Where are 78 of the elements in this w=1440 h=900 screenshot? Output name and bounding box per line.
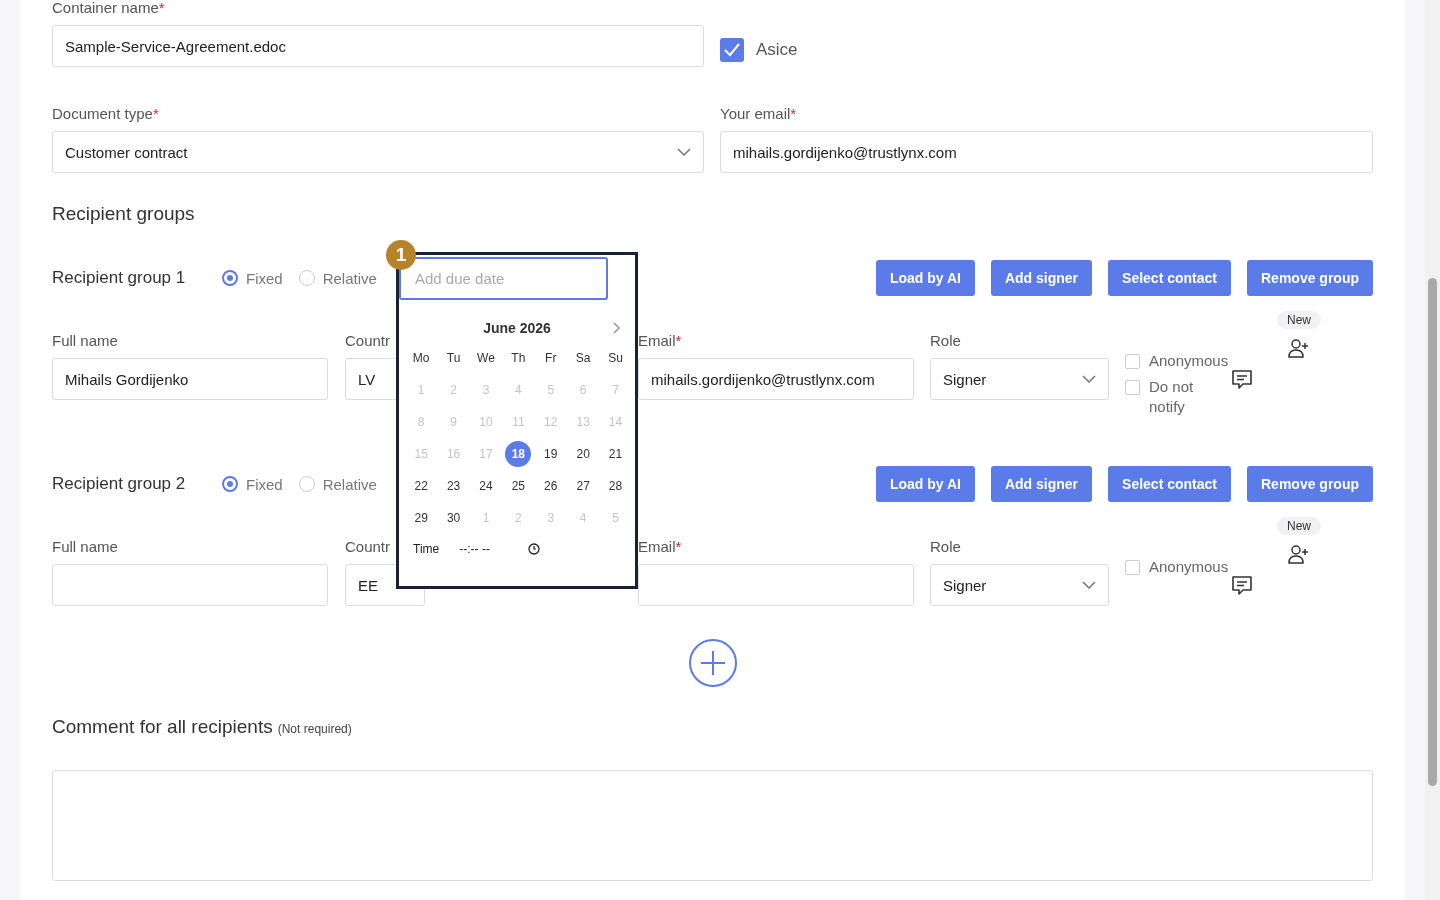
select-field[interactable]: Signer: [930, 358, 1109, 400]
field-label: Role: [930, 331, 961, 351]
scrollbar[interactable]: [1425, 0, 1440, 900]
calendar-day[interactable]: 21: [602, 441, 629, 467]
input-field[interactable]: [52, 564, 328, 606]
add-circle-icon[interactable]: [687, 638, 738, 688]
field-label: Document type*: [52, 104, 159, 124]
calendar-day[interactable]: 20: [570, 441, 597, 467]
checkbox-option[interactable]: Anonymous: [1125, 351, 1233, 371]
calendar-day[interactable]: 25: [505, 473, 532, 499]
field-label: Role: [930, 537, 961, 557]
action-button[interactable]: Remove group: [1247, 260, 1373, 296]
action-button[interactable]: Select contact: [1108, 260, 1231, 296]
weekday-label: Sa: [574, 350, 592, 367]
chevron-down-icon: [677, 148, 691, 156]
radio-option[interactable]: Relative: [298, 269, 377, 287]
action-button[interactable]: Load by AI: [875, 260, 975, 296]
weekday-label: We: [476, 350, 496, 367]
input-field[interactable]: Mihails Gordijenko: [52, 358, 328, 400]
chevron-down-icon: [1082, 581, 1096, 589]
radio-option[interactable]: Fixed: [222, 475, 283, 493]
weekday-label: Fr: [544, 350, 558, 367]
group-title: Recipient group 2: [52, 474, 187, 494]
calendar-day[interactable]: 23: [440, 473, 467, 499]
action-button[interactable]: Remove group: [1247, 466, 1373, 502]
select-field[interactable]: Customer contract: [52, 131, 704, 173]
radio-option[interactable]: Relative: [298, 475, 377, 493]
checkbox-option[interactable]: Asice: [720, 38, 798, 62]
section-heading: Comment for all recipients: [52, 716, 273, 738]
checkbox-option[interactable]: Do not notify: [1125, 377, 1233, 417]
field-label: Email*: [638, 537, 682, 557]
new-badge: New: [1277, 517, 1321, 535]
weekday-label: Tu: [445, 350, 462, 367]
calendar-day[interactable]: 27: [570, 473, 597, 499]
radio-option[interactable]: Fixed: [222, 269, 283, 287]
step-badge: 1: [386, 240, 416, 270]
weekday-label: Th: [510, 350, 527, 367]
input-field[interactable]: Sample-Service-Agreement.edoc: [52, 25, 704, 67]
section-heading: Recipient groups: [52, 203, 195, 225]
chevron-down-icon: [1082, 375, 1096, 383]
field-label: Your email*: [720, 104, 797, 124]
checkbox-option[interactable]: Anonymous: [1125, 557, 1233, 577]
time-label: Time: [413, 542, 440, 556]
add-person-icon[interactable]: [1288, 543, 1310, 565]
action-button[interactable]: Select contact: [1108, 466, 1231, 502]
new-badge: New: [1277, 311, 1321, 329]
action-button[interactable]: Load by AI: [875, 466, 975, 502]
field-label: Email*: [638, 331, 682, 351]
field-note: (Not required): [277, 722, 352, 736]
comment-icon[interactable]: [1231, 575, 1253, 597]
action-button[interactable]: Add signer: [990, 466, 1093, 502]
calendar-day[interactable]: 24: [472, 473, 499, 499]
calendar-day[interactable]: 19: [537, 441, 564, 467]
weekday-label: Su: [607, 350, 624, 367]
calendar-day[interactable]: 28: [602, 473, 629, 499]
input-field[interactable]: [638, 564, 914, 606]
select-field[interactable]: Signer: [930, 564, 1109, 606]
action-button[interactable]: Add signer: [990, 260, 1093, 296]
input-field[interactable]: mihails.gordijenko@trustlynx.com: [720, 131, 1373, 173]
comment-icon[interactable]: [1231, 369, 1253, 391]
calendar-month: June 2026: [483, 320, 551, 336]
input-field[interactable]: mihails.gordijenko@trustlynx.com: [638, 358, 914, 400]
group-title: Recipient group 1: [52, 268, 187, 288]
field-label: Countr: [345, 537, 391, 557]
calendar-day[interactable]: 26: [537, 473, 564, 499]
chevron-right-icon[interactable]: [613, 322, 621, 334]
calendar-day[interactable]: 18: [505, 441, 532, 467]
time-field[interactable]: --:-- --: [459, 542, 490, 556]
add-person-icon[interactable]: [1288, 337, 1310, 359]
field-label: Container name*: [52, 0, 165, 18]
calendar-day[interactable]: 29: [408, 505, 435, 531]
calendar-day[interactable]: 22: [408, 473, 435, 499]
field-label: Full name: [52, 331, 118, 351]
clock-icon[interactable]: [527, 543, 540, 555]
field-label: Full name: [52, 537, 118, 557]
check-icon: [724, 43, 740, 57]
calendar-day[interactable]: 30: [440, 505, 467, 531]
field-label: Countr: [345, 331, 391, 351]
